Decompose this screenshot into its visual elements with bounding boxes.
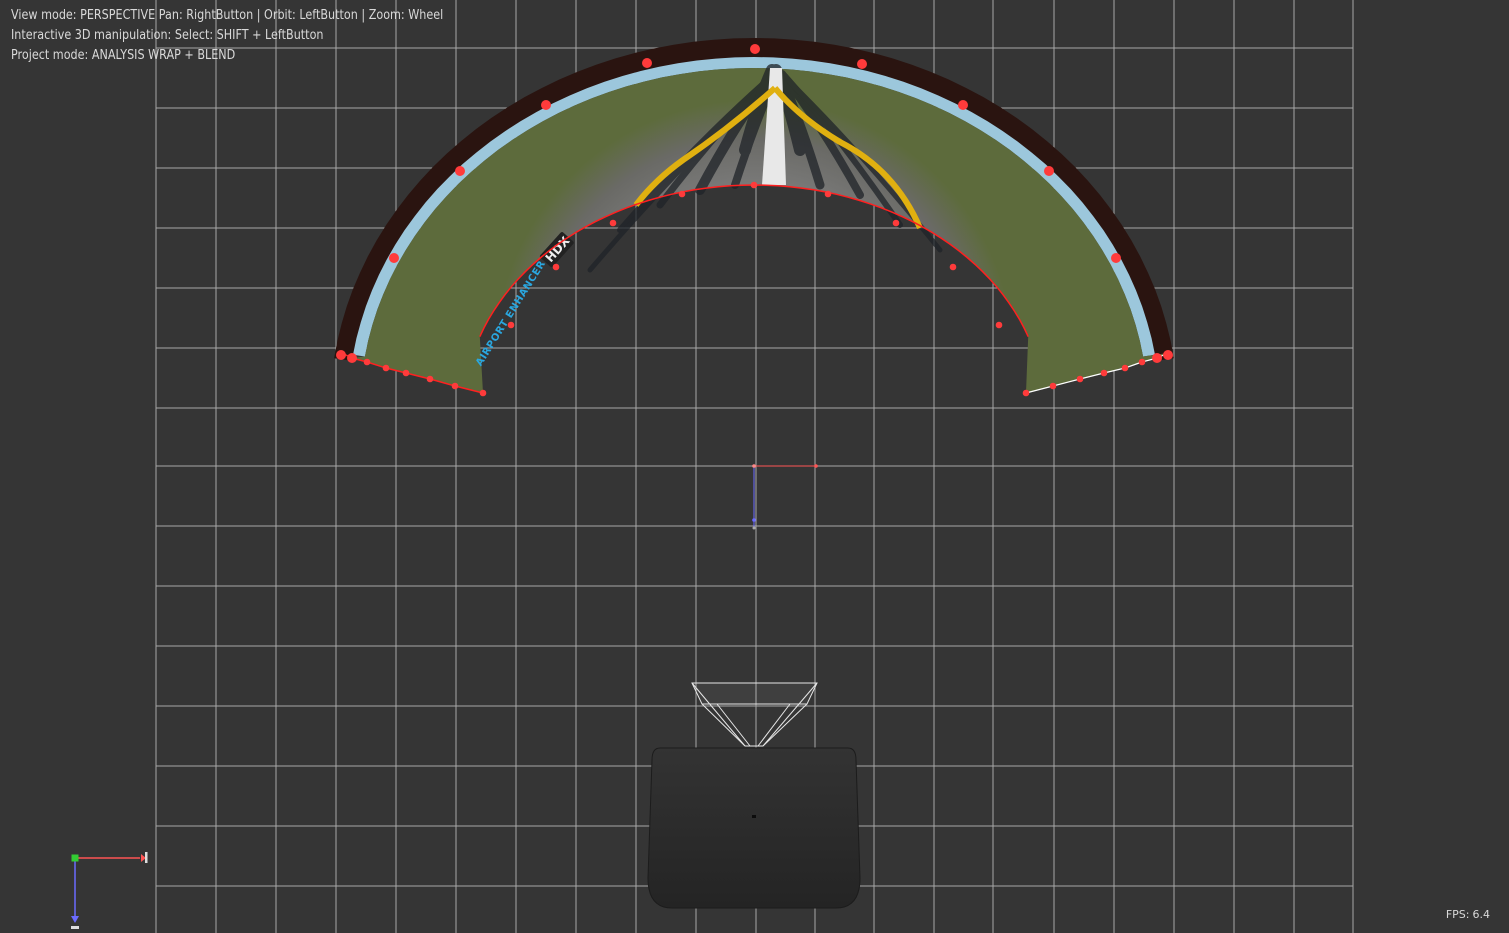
control-point[interactable] (1100, 369, 1108, 377)
control-point[interactable] (995, 321, 1003, 329)
control-point[interactable] (750, 181, 758, 189)
control-point[interactable] (1163, 350, 1173, 360)
3d-viewport[interactable]: AIRPORT ENHANCER HDX (0, 0, 1509, 933)
control-point[interactable] (1022, 389, 1030, 397)
control-point[interactable] (1076, 375, 1084, 383)
axis-gizmo-icon (71, 852, 148, 929)
control-point[interactable] (541, 100, 551, 110)
control-point[interactable] (479, 389, 487, 397)
control-point[interactable] (552, 263, 560, 271)
control-point[interactable] (1044, 166, 1054, 176)
control-point[interactable] (1152, 353, 1162, 363)
control-point[interactable] (336, 350, 346, 360)
control-point[interactable] (1111, 253, 1121, 263)
control-point[interactable] (382, 364, 390, 372)
control-point[interactable] (609, 219, 617, 227)
control-point[interactable] (949, 263, 957, 271)
projector-icon[interactable] (647, 747, 861, 909)
control-point[interactable] (857, 59, 867, 69)
control-point[interactable] (824, 190, 832, 198)
control-point[interactable] (402, 369, 410, 377)
manipulation-text: Interactive 3D manipulation: Select: SHI… (11, 28, 324, 43)
gizmo-x-handle[interactable] (814, 464, 818, 468)
gizmo-origin[interactable] (752, 464, 756, 468)
fps-counter: FPS: 6.4 (1443, 908, 1490, 921)
view-mode-text: View mode: PERSPECTIVE Pan: RightButton … (11, 8, 444, 23)
control-point[interactable] (426, 375, 434, 383)
fps-label: FPS: (1445, 908, 1470, 921)
control-point[interactable] (451, 382, 459, 390)
control-point[interactable] (1138, 358, 1146, 366)
control-point[interactable] (750, 44, 760, 54)
control-point[interactable] (892, 219, 900, 227)
control-point[interactable] (1049, 382, 1057, 390)
frustum-icon (691, 682, 818, 747)
control-point[interactable] (642, 58, 652, 68)
control-point[interactable] (678, 190, 686, 198)
control-point[interactable] (347, 353, 357, 363)
fps-value: 6.4 (1472, 908, 1491, 921)
control-point[interactable] (1121, 364, 1129, 372)
project-mode-text: Project mode: ANALYSIS WRAP + BLEND (11, 48, 236, 63)
center-transform-gizmo[interactable] (752, 464, 818, 530)
control-point[interactable] (455, 166, 465, 176)
gizmo-y-handle[interactable] (752, 518, 756, 522)
control-point[interactable] (363, 358, 371, 366)
projection-screen[interactable]: AIRPORT ENHANCER HDX (334, 38, 1174, 397)
control-point[interactable] (507, 321, 515, 329)
control-point[interactable] (958, 100, 968, 110)
control-point[interactable] (389, 253, 399, 263)
